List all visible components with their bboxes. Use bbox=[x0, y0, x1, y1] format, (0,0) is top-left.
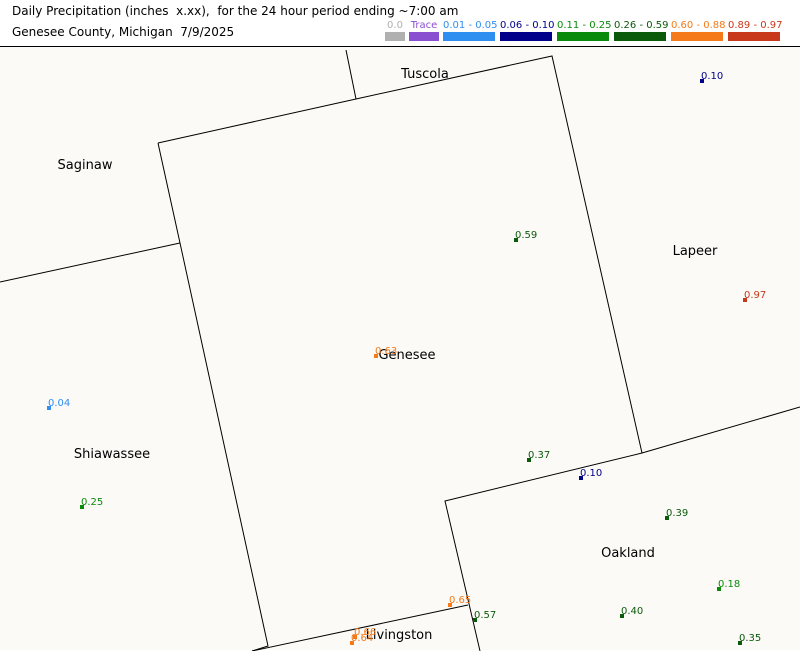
county-label: Lapeer bbox=[673, 244, 718, 259]
legend-swatch bbox=[409, 32, 439, 41]
station-value: 0.40 bbox=[621, 606, 643, 617]
tuscola-saginaw-line bbox=[345, 49, 357, 100]
station-value: 0.37 bbox=[528, 450, 550, 461]
legend-item: 0.26 - 0.59 bbox=[614, 20, 669, 42]
station-value: 0.10 bbox=[701, 71, 723, 82]
legend-item: 0.0 bbox=[385, 20, 405, 42]
station: 0.57 bbox=[473, 610, 496, 622]
legend-item: 0.06 - 0.10 bbox=[500, 20, 555, 42]
station: 0.10 bbox=[579, 468, 602, 480]
station: 0.25 bbox=[80, 497, 103, 509]
station-value: 0.39 bbox=[666, 508, 688, 519]
county-label: Oakland bbox=[601, 546, 655, 561]
legend-label: Trace bbox=[410, 20, 438, 31]
map-title: Daily Precipitation (inches x.xx), for t… bbox=[12, 4, 459, 18]
station-value: 0.18 bbox=[718, 579, 740, 590]
map-canvas: TuscolaSaginawLapeerGeneseeShiawasseeOak… bbox=[0, 49, 800, 651]
legend-label: 0.89 - 0.97 bbox=[728, 20, 783, 31]
legend-item: Trace bbox=[409, 20, 439, 42]
station-value: 0.65 bbox=[449, 595, 471, 606]
station: 0.10 bbox=[700, 71, 723, 83]
legend-label: 0.0 bbox=[387, 20, 403, 31]
lapeer-oakland-line bbox=[641, 406, 800, 454]
legend-item: 0.60 - 0.88 bbox=[671, 20, 726, 42]
legend-item: 0.01 - 0.05 bbox=[443, 20, 498, 42]
station-value: 0.57 bbox=[474, 610, 496, 621]
station: 0.65 bbox=[448, 595, 471, 607]
legend-swatch bbox=[671, 32, 723, 41]
station-value: 0.04 bbox=[48, 398, 70, 409]
legend-swatch bbox=[385, 32, 405, 41]
station: 0.04 bbox=[47, 398, 70, 410]
legend-label: 0.26 - 0.59 bbox=[614, 20, 669, 31]
legend-swatch bbox=[500, 32, 552, 41]
legend-swatch bbox=[557, 32, 609, 41]
station: 0.59 bbox=[514, 230, 537, 242]
legend-swatch bbox=[443, 32, 495, 41]
station: 0.63 bbox=[374, 346, 397, 358]
saginaw-shiawassee-line bbox=[0, 242, 181, 283]
legend-swatch bbox=[614, 32, 666, 41]
county-label: Tuscola bbox=[400, 67, 449, 82]
station-value: 0.97 bbox=[744, 290, 766, 301]
station-value: 0.63 bbox=[375, 346, 397, 357]
station-value: 0.10 bbox=[580, 468, 602, 479]
legend-label: 0.11 - 0.25 bbox=[557, 20, 612, 31]
legend-item: 0.11 - 0.25 bbox=[557, 20, 612, 42]
county-label: Shiawassee bbox=[74, 447, 150, 462]
station: 0.18 bbox=[717, 579, 740, 591]
station: 0.97 bbox=[743, 290, 766, 302]
station: 0.40 bbox=[620, 606, 643, 618]
station: 0.64 bbox=[350, 633, 373, 645]
station: 0.39 bbox=[665, 508, 688, 520]
precipitation-map: Tuscola Saginaw Lapeer Genesee Shiawassee Oak… bbox=[0, 46, 800, 651]
map-header: Daily Precipitation (inches x.xx), for t… bbox=[0, 0, 800, 46]
station: 0.37 bbox=[527, 450, 550, 462]
legend-swatch bbox=[728, 32, 780, 41]
county-label: Saginaw bbox=[58, 158, 113, 173]
station-value: 0.35 bbox=[739, 633, 761, 644]
station-value: 0.64 bbox=[351, 633, 373, 644]
map-subtitle: Genesee County, Michigan 7/9/2025 bbox=[12, 25, 235, 39]
legend-item: 0.89 - 0.97 bbox=[728, 20, 783, 42]
legend-label: 0.60 - 0.88 bbox=[671, 20, 726, 31]
station: 0.35 bbox=[738, 633, 761, 645]
station-value: 0.25 bbox=[81, 497, 103, 508]
legend-label: 0.01 - 0.05 bbox=[443, 20, 498, 31]
station-value: 0.59 bbox=[515, 230, 537, 241]
legend-label: 0.06 - 0.10 bbox=[500, 20, 555, 31]
